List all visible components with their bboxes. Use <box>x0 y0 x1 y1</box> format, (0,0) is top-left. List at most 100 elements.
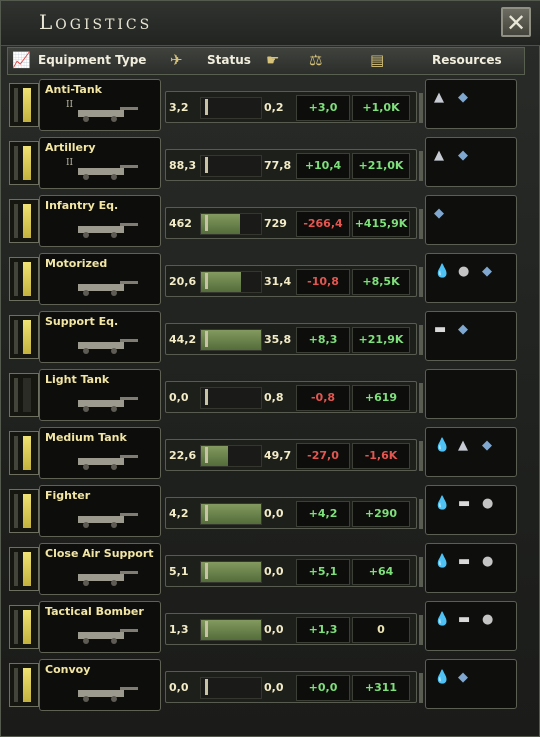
slider-handle[interactable] <box>205 331 208 347</box>
rubber-icon[interactable]: ● <box>482 554 493 569</box>
oil-icon[interactable]: 💧 <box>434 496 450 511</box>
slider-handle[interactable] <box>205 505 208 521</box>
row-divider <box>419 267 423 297</box>
aluminium-icon[interactable]: ▬ <box>458 496 470 511</box>
equipment-row[interactable]: Fighter 4,2 0,0 +4,2 +290 💧 ▬ ● <box>9 485 517 537</box>
slider-handle[interactable] <box>205 99 208 115</box>
equipment-row[interactable]: Medium Tank 22,6 49,7 -27,0 -1,6K 💧 ▲ ◆ <box>9 427 517 479</box>
status-slider[interactable] <box>200 445 262 467</box>
steel-icon[interactable]: ◆ <box>458 670 468 685</box>
steel-icon[interactable]: ◆ <box>482 264 492 279</box>
equipment-card[interactable]: Support Eq. <box>39 311 161 363</box>
equipment-card[interactable]: Motorized <box>39 253 161 305</box>
in-field-value: 0,0 <box>264 507 284 520</box>
indicator-bar <box>23 204 31 238</box>
oil-icon[interactable]: 💧 <box>434 670 450 685</box>
header-status[interactable]: Status <box>207 53 251 67</box>
aluminium-icon[interactable]: ▬ <box>458 612 470 627</box>
indicator-slot <box>14 146 18 180</box>
aluminium-icon[interactable]: ▬ <box>434 322 446 337</box>
equipment-card[interactable]: Light Tank <box>39 369 161 421</box>
produced-value: 88,3 <box>169 159 197 172</box>
rubber-icon[interactable]: ● <box>458 264 469 279</box>
status-slider[interactable] <box>200 619 262 641</box>
building-icon[interactable]: ▤ <box>370 51 384 69</box>
slider-fill <box>201 562 261 582</box>
status-slider[interactable] <box>200 677 262 699</box>
equipment-name: Close Air Support <box>45 547 154 560</box>
tungsten-icon[interactable]: ▲ <box>434 90 444 105</box>
status-strip: 3,2 0,2 +3,0 +1,0K <box>165 91 417 123</box>
row-divider <box>419 383 423 413</box>
slider-handle[interactable] <box>205 563 208 579</box>
equipment-card[interactable]: Convoy <box>39 659 161 711</box>
slider-handle[interactable] <box>205 157 208 173</box>
oil-icon[interactable]: 💧 <box>434 438 450 453</box>
equipment-row[interactable]: Light Tank 0,0 0,8 -0,8 +619 <box>9 369 517 421</box>
equipment-card[interactable]: Medium Tank <box>39 427 161 479</box>
slider-handle[interactable] <box>205 679 208 695</box>
aluminium-icon[interactable]: ▬ <box>458 554 470 569</box>
status-slider[interactable] <box>200 213 262 235</box>
resources-box: ▲ ◆ <box>425 79 517 129</box>
resources-box: 💧 ▬ ● <box>425 543 517 593</box>
scales-icon[interactable]: ⚖ <box>309 51 322 69</box>
status-slider[interactable] <box>200 387 262 409</box>
slider-handle[interactable] <box>205 389 208 405</box>
resources-box: 💧 ● ◆ <box>425 253 517 303</box>
oil-icon[interactable]: 💧 <box>434 554 450 569</box>
equipment-row[interactable]: Support Eq. 44,2 35,8 +8,3 +21,9K ▬ ◆ <box>9 311 517 363</box>
rubber-icon[interactable]: ● <box>482 612 493 627</box>
close-icon[interactable]: ✕ <box>501 7 531 37</box>
status-slider[interactable] <box>200 155 262 177</box>
hand-icon[interactable]: ☛ <box>266 51 279 69</box>
rubber-icon[interactable]: ● <box>482 496 493 511</box>
equipment-card[interactable]: Fighter <box>39 485 161 537</box>
in-field-value: 31,4 <box>264 275 292 288</box>
resources-box: ▲ ◆ <box>425 137 517 187</box>
stockpile-value: +1,0K <box>352 95 410 121</box>
steel-icon[interactable]: ◆ <box>458 90 468 105</box>
equipment-row[interactable]: Tactical Bomber 1,3 0,0 +1,3 0 💧 ▬ ● <box>9 601 517 653</box>
row-divider <box>419 557 423 587</box>
oil-icon[interactable]: 💧 <box>434 612 450 627</box>
status-strip: 1,3 0,0 +1,3 0 <box>165 613 417 645</box>
status-slider[interactable] <box>200 561 262 583</box>
equipment-card[interactable]: Infantry Eq. <box>39 195 161 247</box>
slider-handle[interactable] <box>205 621 208 637</box>
status-slider[interactable] <box>200 271 262 293</box>
header-resources[interactable]: Resources <box>432 53 502 67</box>
tungsten-icon[interactable]: ▲ <box>458 438 468 453</box>
equipment-card[interactable]: Tactical Bomber <box>39 601 161 653</box>
equipment-image <box>70 566 148 588</box>
equipment-row[interactable]: Infantry Eq. 462 729 -266,4 +415,9K ◆ <box>9 195 517 247</box>
equipment-row[interactable]: Close Air Support 5,1 0,0 +5,1 +64 💧 ▬ ● <box>9 543 517 595</box>
header-equipment-type[interactable]: Equipment Type <box>38 53 146 67</box>
equipment-card[interactable]: Anti-Tank II <box>39 79 161 131</box>
status-slider[interactable] <box>200 97 262 119</box>
production-indicator <box>9 373 39 417</box>
equipment-image <box>70 450 148 472</box>
steel-icon[interactable]: ◆ <box>482 438 492 453</box>
tungsten-icon[interactable]: ▲ <box>434 148 444 163</box>
equipment-image <box>70 102 148 124</box>
equipment-card[interactable]: Close Air Support <box>39 543 161 595</box>
equipment-row[interactable]: Convoy 0,0 0,0 +0,0 +311 💧 ◆ <box>9 659 517 711</box>
daily-balance: -0,8 <box>296 385 350 411</box>
equipment-row[interactable]: Anti-Tank II 3,2 0,2 +3,0 +1,0K ▲ ◆ <box>9 79 517 131</box>
status-slider[interactable] <box>200 503 262 525</box>
stockpile-value: +8,5K <box>352 269 410 295</box>
steel-icon[interactable]: ◆ <box>458 148 468 163</box>
slider-handle[interactable] <box>205 273 208 289</box>
slider-handle[interactable] <box>205 215 208 231</box>
equipment-row[interactable]: Motorized 20,6 31,4 -10,8 +8,5K 💧 ● ◆ <box>9 253 517 305</box>
steel-icon[interactable]: ◆ <box>434 206 444 221</box>
status-slider[interactable] <box>200 329 262 351</box>
slider-handle[interactable] <box>205 447 208 463</box>
equipment-row[interactable]: Artillery II 88,3 77,8 +10,4 +21,0K ▲ ◆ <box>9 137 517 189</box>
steel-icon[interactable]: ◆ <box>458 322 468 337</box>
oil-icon[interactable]: 💧 <box>434 264 450 279</box>
indicator-bar <box>23 668 31 702</box>
equipment-card[interactable]: Artillery II <box>39 137 161 189</box>
produced-value: 1,3 <box>169 623 189 636</box>
